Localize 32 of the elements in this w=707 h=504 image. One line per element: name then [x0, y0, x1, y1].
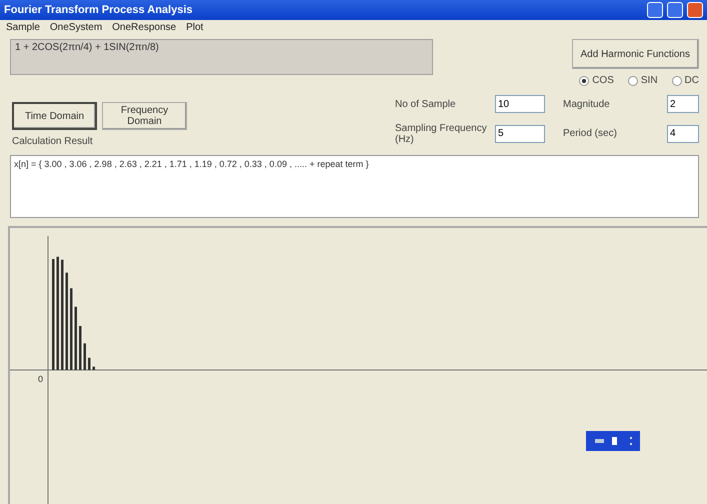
- menu-item[interactable]: OneResponse: [112, 22, 176, 33]
- bar: [88, 358, 90, 370]
- radio-option[interactable]: COS: [579, 75, 614, 86]
- toolbar-icon[interactable]: [586, 431, 640, 451]
- domain-button[interactable]: Time Domain: [12, 102, 97, 130]
- bar: [92, 366, 95, 370]
- result-field: x[n] = { 3.00 , 3.06 , 2.98 , 2.63 , 2.21 , 1.71 , 1.19 , 0.72 , 0.33 , 0.09 , ..... + repeat term }: [10, 155, 699, 218]
- field-label: Sampling Frequency (Hz): [395, 122, 488, 144]
- axis-label: 0: [38, 374, 44, 384]
- menu-item[interactable]: Sample: [6, 22, 40, 33]
- field-label: Magnitude: [562, 98, 611, 110]
- field-label: Period (sec): [562, 128, 618, 139]
- menu-item[interactable]: Plot: [186, 22, 204, 33]
- add-harmonic-button[interactable]: Add Harmonic Functions: [572, 39, 699, 70]
- radio-option[interactable]: DC: [672, 75, 699, 86]
- bar: [84, 343, 86, 370]
- result-label: Calculation Result: [12, 136, 94, 148]
- value-field[interactable]: 10: [495, 95, 545, 113]
- close-button[interactable]: [687, 2, 703, 18]
- field-label: No of Sample: [395, 98, 457, 110]
- bar: [74, 306, 77, 370]
- bar: [79, 326, 82, 370]
- value-field[interactable]: 5: [495, 124, 545, 142]
- maximize-button[interactable]: [667, 2, 683, 18]
- radio-option[interactable]: SIN: [628, 75, 658, 86]
- minimize-button[interactable]: [647, 2, 663, 18]
- value-field[interactable]: 4: [667, 124, 699, 142]
- formula-field[interactable]: 1 + 2COS(2πn/4) + 1SIN(2πn/8): [10, 39, 433, 76]
- domain-button[interactable]: Frequency Domain: [102, 102, 187, 130]
- menu-item[interactable]: OneSystem: [50, 22, 102, 33]
- value-field[interactable]: 2: [667, 95, 699, 113]
- window-title: Fourier Transform Process Analysis: [4, 4, 194, 16]
